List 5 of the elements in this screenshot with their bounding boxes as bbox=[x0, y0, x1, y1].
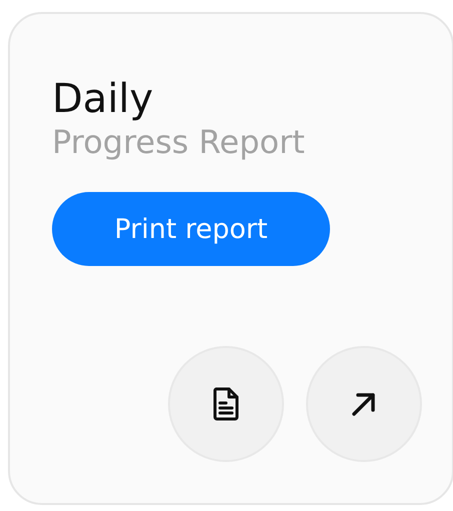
card-subtitle: Progress Report bbox=[52, 122, 306, 162]
document-icon bbox=[213, 387, 239, 421]
arrow-icon bbox=[351, 391, 377, 417]
card-title: Daily bbox=[52, 76, 154, 122]
print-report-button[interactable]: Print report bbox=[52, 192, 330, 266]
